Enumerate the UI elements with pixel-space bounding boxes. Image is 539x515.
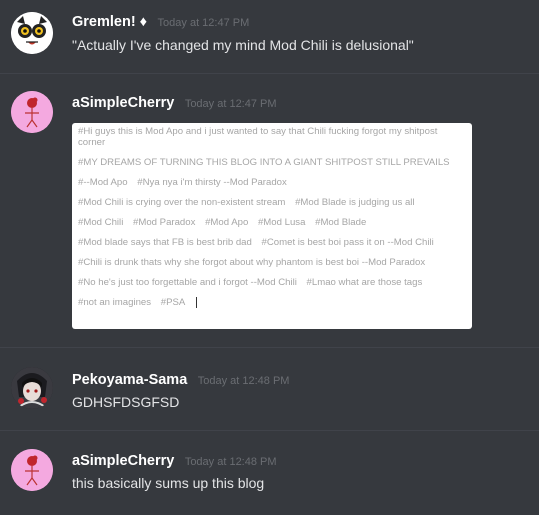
message-text: "Actually I've changed my mind Mod Chili…: [72, 37, 414, 53]
owl-face-icon: [11, 12, 53, 54]
message-pekoyama: Pekoyama-Sama Today at 12:48 PM GDHSFDSG…: [0, 348, 539, 430]
text-caret: [196, 297, 198, 308]
avatar-pekoyama[interactable]: [11, 367, 53, 409]
cherry-stick-figure-icon: [11, 91, 53, 133]
timestamp: Today at 12:48 PM: [184, 456, 277, 468]
tag-line: #--Mod Apo #Nya nya i'm thirsty --Mod Pa…: [78, 177, 466, 188]
message-header: Gremlen! ♦ Today at 12:47 PM: [72, 13, 249, 31]
tag: #Mod Chili: [78, 217, 124, 228]
author-name[interactable]: Gremlen! ♦: [72, 14, 147, 30]
timestamp: Today at 12:47 PM: [157, 17, 250, 29]
tag: #Chili is drunk thats why she forgot abo…: [78, 257, 426, 268]
tag: #Mod Chili is crying over the non-existe…: [78, 197, 286, 208]
tag: #Mod blade says that FB is best brib dad: [78, 237, 252, 248]
tag: #Mod Lusa: [257, 217, 306, 228]
anime-character-icon: [11, 367, 53, 409]
tag: #Mod Paradox: [133, 217, 196, 228]
message-header: aSimpleCherry Today at 12:48 PM: [72, 452, 277, 470]
tag: #No he's just too forgettable and i forg…: [78, 277, 297, 288]
message-text: this basically sums up this blog: [72, 475, 265, 491]
tag-line: #MY DREAMS OF TURNING THIS BLOG INTO A G…: [78, 157, 468, 168]
tag-line: #not an imagines #PSA: [78, 297, 466, 308]
tag: #Nya nya i'm thirsty --Mod Paradox: [137, 177, 287, 188]
message-gremlen: Gremlen! ♦ Today at 12:47 PM "Actually I…: [0, 0, 539, 70]
tag: #not an imagines: [78, 297, 152, 309]
message-header: aSimpleCherry Today at 12:47 PM: [72, 94, 277, 112]
tag: #Mod Blade: [315, 217, 367, 228]
tag: #Comet is best boi pass it on --Mod Chil…: [261, 237, 434, 248]
tag: #--Mod Apo: [78, 177, 128, 188]
tag: #Mod Blade is judging us all: [295, 197, 415, 208]
tag: #Hi guys this is Mod Apo and i just want…: [78, 126, 438, 148]
tag: #Lmao what are those tags: [306, 277, 423, 288]
message-cherry-2: aSimpleCherry Today at 12:48 PM this bas…: [0, 431, 539, 515]
avatar-gremlen[interactable]: [11, 12, 53, 54]
image-attachment[interactable]: #Hi guys this is Mod Apo and i just want…: [72, 123, 472, 329]
author-name[interactable]: aSimpleCherry: [72, 453, 174, 469]
tag: #MY DREAMS OF TURNING THIS BLOG INTO A G…: [78, 157, 450, 168]
tag: #PSA: [160, 297, 186, 309]
timestamp: Today at 12:47 PM: [184, 98, 277, 110]
tag-line: #Mod Chili #Mod Paradox #Mod Apo #Mod Lu…: [78, 217, 466, 228]
tag-line: #Chili is drunk thats why she forgot abo…: [78, 257, 466, 268]
avatar-cherry[interactable]: [11, 91, 53, 133]
author-name[interactable]: Pekoyama-Sama: [72, 372, 187, 388]
tag-line: #Hi guys this is Mod Apo and i just want…: [78, 126, 468, 148]
tag-line: #Mod Chili is crying over the non-existe…: [78, 197, 466, 208]
message-text: GDHSFDSGFSD: [72, 394, 180, 410]
tag: #Mod Apo: [205, 217, 249, 228]
author-name[interactable]: aSimpleCherry: [72, 95, 174, 111]
tag-line: #Mod blade says that FB is best brib dad…: [78, 237, 466, 248]
timestamp: Today at 12:48 PM: [197, 375, 290, 387]
tag-line: #No he's just too forgettable and i forg…: [78, 277, 466, 288]
message-header: Pekoyama-Sama Today at 12:48 PM: [72, 371, 289, 389]
avatar-cherry[interactable]: [11, 449, 53, 491]
cherry-stick-figure-icon: [11, 449, 53, 491]
